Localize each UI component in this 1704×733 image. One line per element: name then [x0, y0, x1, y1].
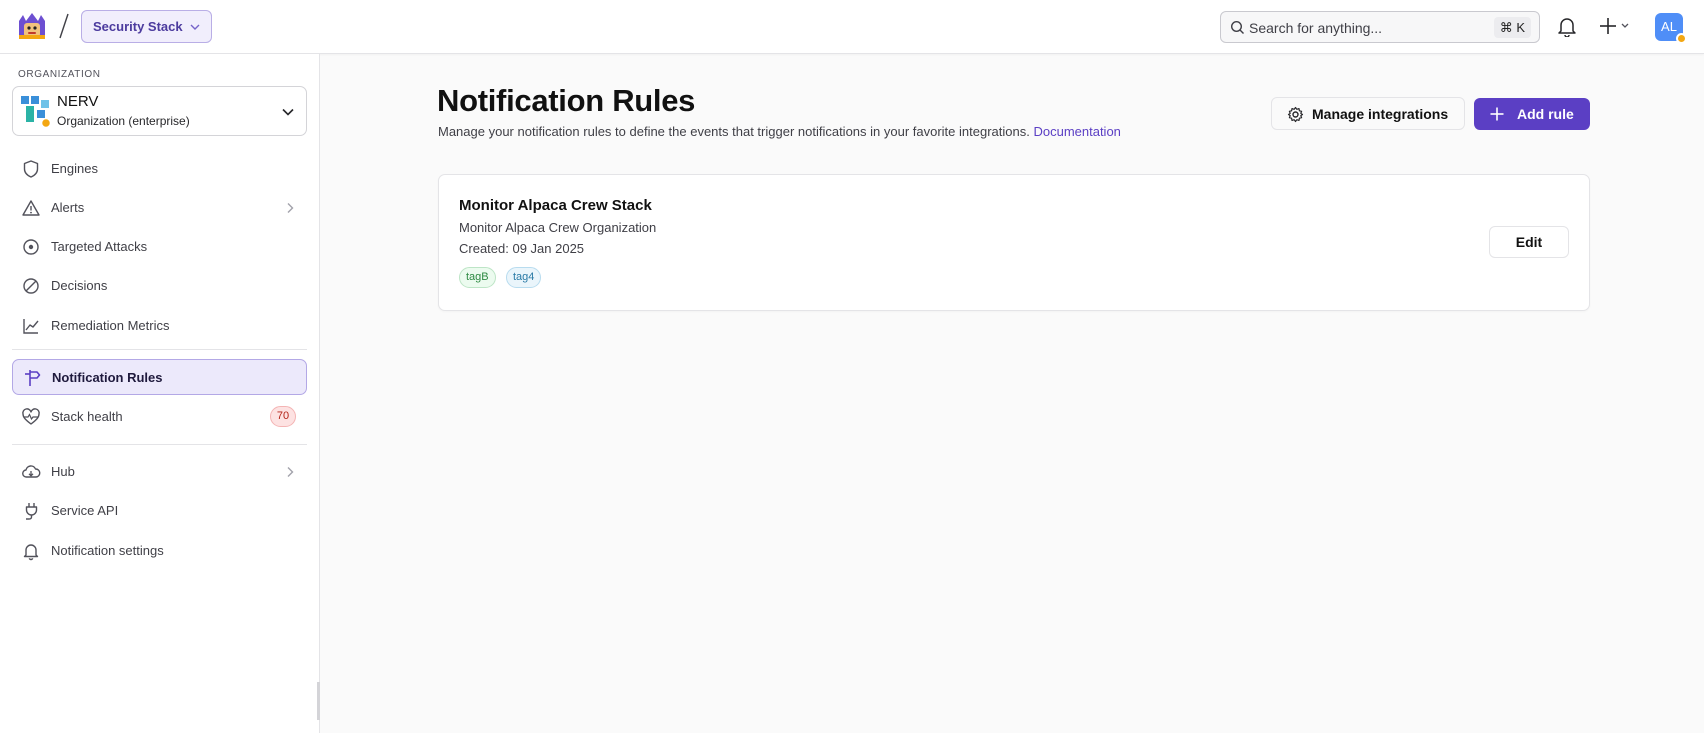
add-rule-button[interactable]: Add rule [1474, 98, 1590, 130]
search-placeholder: Search for anything... [1249, 20, 1383, 36]
avatar[interactable]: AL [1655, 13, 1687, 44]
sidebar-item-label: Remediation Metrics [51, 318, 170, 333]
sidebar-item-engines[interactable]: Engines [12, 151, 307, 187]
sidebar-item-label: Engines [51, 161, 98, 176]
avatar-initials: AL [1661, 19, 1677, 34]
sidebar-item-service-api[interactable]: Service API [12, 493, 307, 529]
chevron-down-icon [189, 21, 201, 33]
stack-selector-label: Security Stack [93, 19, 183, 34]
sidebar-item-label: Hub [51, 464, 75, 479]
sidebar-item-label: Alerts [51, 200, 85, 215]
rule-tag: tag4 [506, 267, 542, 288]
sidebar-item-label: Targeted Attacks [51, 239, 148, 254]
sidebar-item-notification-settings[interactable]: Notification settings [12, 533, 307, 569]
org-logo-icon [21, 96, 52, 129]
sidebar-item-label: Notification settings [51, 543, 164, 558]
organization-selector[interactable]: NERV Organization (enterprise) [12, 86, 307, 136]
edit-rule-button[interactable]: Edit [1489, 226, 1569, 258]
manage-integrations-label: Manage integrations [1312, 106, 1449, 122]
plus-icon [1489, 106, 1505, 122]
shield-icon [21, 159, 41, 179]
create-menu-button[interactable] [1598, 15, 1634, 37]
signpost-icon [22, 368, 42, 388]
sidebar-item-label: Service API [51, 503, 119, 518]
page-title: Notification Rules [437, 83, 696, 118]
chevron-down-icon [280, 104, 296, 120]
manage-integrations-button[interactable]: Manage integrations [1271, 97, 1465, 130]
app-logo-icon[interactable] [16, 11, 48, 41]
page-description-text: Manage your notification rules to define… [438, 124, 1030, 139]
page-description: Manage your notification rules to define… [438, 124, 1121, 139]
org-type: Organization (enterprise) [57, 114, 190, 128]
stack-selector[interactable]: Security Stack [81, 10, 212, 43]
gear-icon [1287, 106, 1304, 123]
stack-health-badge: 70 [270, 406, 296, 427]
sidebar-item-hub[interactable]: Hub [12, 454, 307, 490]
warning-triangle-icon [21, 198, 41, 218]
rule-organization: Monitor Alpaca Crew Organization [459, 220, 657, 235]
sidebar-divider [12, 349, 307, 350]
sidebar-item-label: Stack health [51, 409, 123, 424]
plug-icon [21, 501, 41, 521]
breadcrumb-separator [58, 12, 70, 40]
sidebar: ORGANIZATION NERV Organization (enterpri… [0, 54, 320, 733]
org-name: NERV [57, 93, 99, 110]
ban-icon [21, 276, 41, 296]
rule-created-date: Created: 09 Jan 2025 [459, 241, 585, 256]
status-dot [1676, 33, 1687, 44]
search-shortcut: ⌘ K [1493, 17, 1531, 38]
chevron-right-icon [283, 465, 297, 479]
sidebar-item-label: Decisions [51, 278, 108, 293]
line-chart-icon [21, 316, 41, 336]
rule-tag: tagB [459, 267, 496, 288]
org-section-label: ORGANIZATION [18, 69, 101, 80]
sidebar-item-stack-health[interactable]: Stack health 70 [12, 399, 307, 435]
cloud-download-icon [21, 462, 41, 482]
add-rule-label: Add rule [1517, 106, 1574, 122]
rule-name: Monitor Alpaca Crew Stack [459, 197, 652, 214]
sidebar-resize-handle[interactable] [317, 682, 320, 720]
heart-pulse-icon [21, 407, 41, 427]
sidebar-item-remediation-metrics[interactable]: Remediation Metrics [12, 308, 307, 344]
notification-rule-card: Monitor Alpaca Crew Stack Monitor Alpaca… [438, 174, 1590, 311]
bell-icon[interactable] [1556, 15, 1578, 38]
target-icon [21, 237, 41, 257]
sidebar-divider [12, 444, 307, 445]
sidebar-item-label: Notification Rules [52, 370, 163, 385]
search-input[interactable]: Search for anything... ⌘ K [1220, 11, 1540, 43]
chevron-right-icon [283, 201, 297, 215]
top-bar: Security Stack Search for anything... ⌘ … [0, 0, 1704, 54]
sidebar-item-alerts[interactable]: Alerts [12, 190, 307, 226]
search-icon [1230, 20, 1245, 35]
sidebar-item-targeted-attacks[interactable]: Targeted Attacks [12, 229, 307, 265]
bell-icon [21, 541, 41, 561]
documentation-link[interactable]: Documentation [1033, 124, 1120, 139]
sidebar-item-notification-rules[interactable]: Notification Rules [12, 359, 307, 395]
sidebar-item-decisions[interactable]: Decisions [12, 268, 307, 304]
